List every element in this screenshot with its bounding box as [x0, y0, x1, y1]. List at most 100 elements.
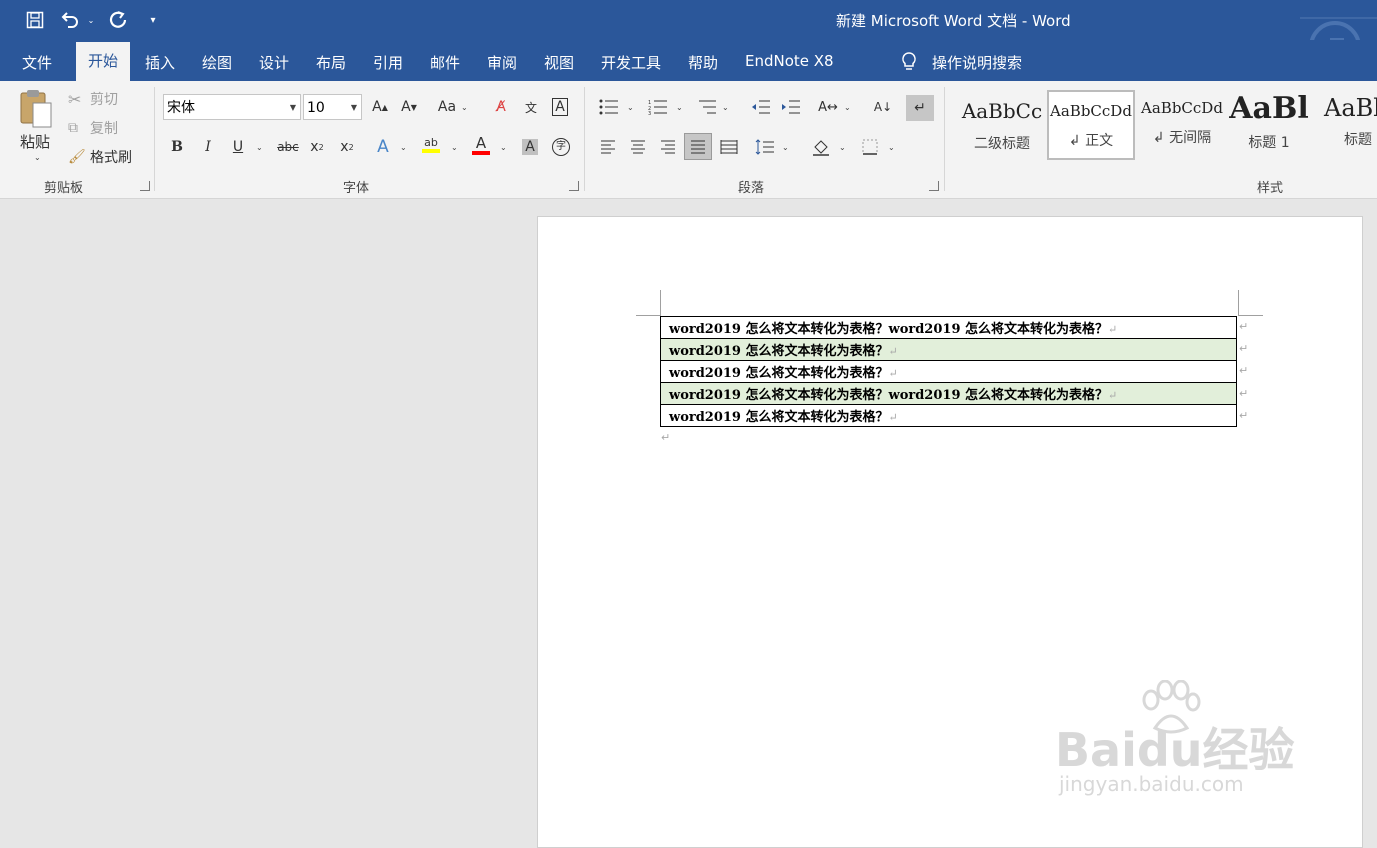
line-spacing-icon[interactable] — [752, 135, 778, 159]
lightbulb-icon — [900, 51, 918, 77]
window-title: 新建 Microsoft Word 文档 - Word — [836, 12, 1071, 30]
text-effects-icon[interactable]: A — [370, 135, 396, 159]
shading-icon[interactable] — [808, 135, 834, 159]
paste-dropdown-icon[interactable]: ⌄ — [34, 153, 41, 162]
format-painter-label: 格式刷 — [90, 150, 132, 166]
font-name-combo[interactable]: 宋体 ▼ — [163, 94, 301, 120]
character-shading-icon[interactable]: A — [517, 135, 543, 159]
sort-icon[interactable]: A↓ — [870, 95, 896, 119]
shrink-font-icon[interactable]: A ▼ — [396, 95, 422, 119]
decrease-indent-icon[interactable] — [748, 95, 774, 119]
tab-insert[interactable]: 插入 — [145, 52, 175, 73]
tab-help[interactable]: 帮助 — [688, 52, 718, 73]
font-size-combo[interactable]: 10 ▼ — [303, 94, 362, 120]
font-name-dropdown-icon[interactable]: ▼ — [290, 95, 296, 121]
style-normal[interactable]: AaBbCcDd ↲ 正文 — [1047, 90, 1135, 160]
tab-layout[interactable]: 布局 — [316, 52, 346, 73]
italic-icon[interactable]: I — [195, 135, 221, 159]
font-launcher-icon[interactable] — [569, 181, 579, 191]
tab-endnote[interactable]: EndNote X8 — [745, 52, 834, 70]
table-cell[interactable]: word2019 怎么将文本转化为表格？↵ — [660, 404, 1237, 427]
asian-layout-dropdown-icon[interactable]: ⌄ — [844, 103, 851, 112]
align-right-icon[interactable] — [655, 135, 681, 159]
font-size-dropdown-icon[interactable]: ▼ — [351, 95, 357, 121]
tab-home[interactable]: 开始 — [76, 42, 131, 81]
align-left-icon[interactable] — [595, 135, 621, 159]
numbering-dropdown-icon[interactable]: ⌄ — [676, 103, 683, 112]
subscript-icon[interactable]: x2 — [304, 135, 330, 159]
enclose-characters-icon[interactable]: 字 — [548, 135, 574, 159]
increase-indent-icon[interactable] — [778, 95, 804, 119]
multilevel-dropdown-icon[interactable]: ⌄ — [722, 103, 729, 112]
bullets-icon[interactable] — [596, 95, 622, 119]
distributed-icon[interactable] — [716, 135, 742, 159]
table-cell[interactable]: word2019 怎么将文本转化为表格？↵ — [660, 360, 1237, 383]
multilevel-list-icon[interactable] — [694, 95, 720, 119]
tab-developer[interactable]: 开发工具 — [601, 52, 661, 73]
cell-text: word2019 怎么将文本转化为表格？word2019 怎么将文本转化为表格？ — [669, 322, 1109, 337]
copy-button[interactable]: ⧉ 复制 — [68, 118, 118, 138]
table-cell[interactable]: word2019 怎么将文本转化为表格？↵ — [660, 338, 1237, 361]
bullets-dropdown-icon[interactable]: ⌄ — [627, 103, 634, 112]
style-label: 标题 — [1344, 132, 1372, 148]
cut-button[interactable]: ✂ 剪切 — [68, 89, 118, 109]
style-title[interactable]: AaBb 标题 — [1318, 89, 1377, 159]
align-center-icon[interactable] — [625, 135, 651, 159]
highlight-dropdown-icon[interactable]: ⌄ — [451, 143, 458, 152]
undo-dropdown-icon[interactable]: ⌄ — [84, 8, 98, 32]
table-row[interactable]: word2019 怎么将文本转化为表格？↵ — [660, 360, 1237, 383]
table-cell[interactable]: word2019 怎么将文本转化为表格？word2019 怎么将文本转化为表格？… — [660, 382, 1237, 405]
tab-mailings[interactable]: 邮件 — [430, 52, 460, 73]
tab-view[interactable]: 视图 — [544, 52, 574, 73]
tab-review[interactable]: 审阅 — [487, 52, 517, 73]
underline-icon[interactable]: U — [225, 135, 251, 159]
bold-icon[interactable]: B — [164, 135, 190, 159]
phonetic-guide-icon[interactable]: 文 — [518, 95, 544, 119]
superscript-icon[interactable]: x2 — [334, 135, 360, 159]
tab-references[interactable]: 引用 — [373, 52, 403, 73]
font-color-icon[interactable]: A — [468, 133, 494, 157]
tell-me-search[interactable]: 操作说明搜索 — [932, 52, 1022, 73]
tab-draw[interactable]: 绘图 — [202, 52, 232, 73]
table-row[interactable]: word2019 怎么将文本转化为表格？↵ — [660, 338, 1237, 361]
clear-formatting-icon[interactable]: A̸ — [488, 95, 514, 119]
clipboard-launcher-icon[interactable] — [140, 181, 150, 191]
character-border-icon[interactable]: A — [547, 95, 573, 119]
table-row[interactable]: word2019 怎么将文本转化为表格？word2019 怎么将文本转化为表格？… — [660, 382, 1237, 405]
table-cell[interactable]: word2019 怎么将文本转化为表格？word2019 怎么将文本转化为表格？… — [660, 316, 1237, 339]
paragraph-mark: ↵ — [661, 431, 671, 444]
paragraph-launcher-icon[interactable] — [929, 181, 939, 191]
font-color-dropdown-icon[interactable]: ⌄ — [500, 143, 507, 152]
text-effects-dropdown-icon[interactable]: ⌄ — [400, 143, 407, 152]
change-case-icon[interactable]: Aa — [434, 95, 460, 119]
underline-dropdown-icon[interactable]: ⌄ — [256, 143, 263, 152]
redo-icon[interactable] — [106, 8, 130, 32]
end-of-row-mark: ↵ — [1239, 409, 1249, 422]
undo-icon[interactable] — [58, 8, 82, 32]
borders-icon[interactable] — [857, 135, 883, 159]
tab-file[interactable]: 文件 — [22, 52, 52, 73]
document-table[interactable]: word2019 怎么将文本转化为表格？word2019 怎么将文本转化为表格？… — [660, 316, 1237, 427]
change-case-dropdown-icon[interactable]: ⌄ — [461, 103, 468, 112]
table-row[interactable]: word2019 怎么将文本转化为表格？↵ — [660, 404, 1237, 427]
tab-design[interactable]: 设计 — [259, 52, 289, 73]
highlight-color-icon[interactable]: ab — [418, 133, 444, 157]
table-row[interactable]: word2019 怎么将文本转化为表格？word2019 怎么将文本转化为表格？… — [660, 316, 1237, 339]
cell-text: word2019 怎么将文本转化为表格？ — [669, 344, 889, 359]
numbering-icon[interactable]: 123 — [645, 95, 671, 119]
save-icon[interactable] — [24, 8, 46, 32]
strikethrough-icon[interactable]: abc — [273, 135, 303, 159]
grow-font-icon[interactable]: A ▲ — [367, 95, 393, 119]
asian-layout-icon[interactable]: A↔ — [815, 95, 841, 119]
style-no-spacing[interactable]: AaBbCcDd ↲ 无间隔 — [1138, 89, 1226, 159]
line-spacing-dropdown-icon[interactable]: ⌄ — [782, 143, 789, 152]
show-paragraph-marks-icon[interactable]: ↵ — [906, 95, 934, 121]
style-heading2[interactable]: AaBbCc 二级标题 — [958, 89, 1046, 159]
shading-dropdown-icon[interactable]: ⌄ — [839, 143, 846, 152]
justify-icon[interactable] — [684, 133, 712, 160]
style-heading1[interactable]: AaBl 标题 1 — [1228, 89, 1310, 159]
customize-toolbar-icon[interactable]: ▾ — [144, 8, 162, 32]
paste-button[interactable]: 粘贴 ⌄ — [18, 87, 58, 167]
borders-dropdown-icon[interactable]: ⌄ — [888, 143, 895, 152]
format-painter-button[interactable]: 🖌 格式刷 — [68, 147, 132, 167]
